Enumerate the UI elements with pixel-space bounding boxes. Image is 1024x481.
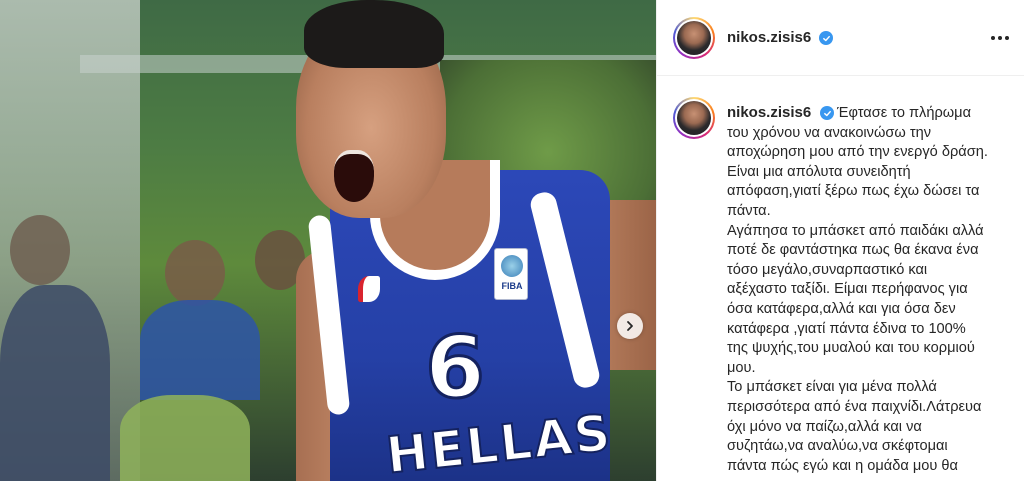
caption-line: του χρόνου να ανακοινώσω την — [727, 124, 931, 141]
more-options-button[interactable] — [987, 26, 1013, 50]
caption-line: Έφτασε το πλήρωμα — [837, 105, 972, 121]
crowd-head — [10, 215, 70, 285]
caption-line: κατάφερα ,γιατί πάντα έδινα το 100% — [727, 320, 966, 337]
brand-logo-icon — [358, 276, 380, 302]
post-header: nikos.zisis6 — [657, 0, 1024, 76]
crowd-sign — [120, 395, 250, 481]
avatar-image — [677, 21, 711, 55]
caption-line: συζητάω,να αναλύω,να σκέφτομαι — [727, 438, 948, 455]
caption-line: ποτέ δε φαντάστηκα πως θα έκανα ένα — [727, 242, 979, 259]
chevron-right-icon — [627, 321, 633, 331]
caption-line: αποχώρηση μου από την ενεργό δράση. — [727, 144, 988, 161]
caption-line: πάντα. — [727, 202, 771, 219]
caption-line: πάντα πώς εγώ και η ομάδα μου θα — [727, 457, 958, 474]
crowd-body — [140, 300, 260, 400]
caption-avatar[interactable] — [673, 97, 715, 139]
more-options-icon — [991, 36, 995, 40]
player-mouth — [334, 150, 374, 202]
caption-line: της ψυχής,του μυαλού και του κορμιού — [727, 340, 975, 357]
post-side-panel: nikos.zisis6 nikos.zisis6 Έφτασε το πλήρ… — [656, 0, 1024, 481]
carousel-next-button[interactable] — [617, 313, 643, 339]
caption-line: αξέχαστο ταξίδι. Είμαι περήφανος για — [727, 281, 968, 298]
fiba-badge-text: FIBA — [501, 281, 523, 291]
header-username-link[interactable]: nikos.zisis6 — [727, 29, 811, 46]
crowd-body — [0, 285, 110, 481]
avatar[interactable] — [673, 17, 715, 59]
fiba-badge: FIBA — [494, 248, 528, 300]
globe-icon — [501, 255, 523, 277]
caption-line: όσα κατάφερα,αλλά και για όσα δεν — [727, 300, 956, 317]
caption-text: Έφτασε το πλήρωμα του χρόνου να ανακοινώσ… — [727, 104, 1017, 476]
caption-line: απόφαση,γιατί ξέρω πως έχω δώσει τα — [727, 183, 980, 200]
caption-line: Το μπάσκετ είναι για μένα πολλά — [727, 379, 937, 396]
verified-badge-icon — [819, 31, 833, 45]
crowd-head — [165, 240, 225, 306]
caption-line: περισσότερα από ένα παιχνίδι.Λάτρευα — [727, 398, 982, 415]
avatar-image — [677, 101, 711, 135]
caption-line: μου. — [727, 359, 756, 376]
post-photo[interactable]: FIBA 6 HELLAS — [0, 0, 656, 481]
jersey-number: 6 — [424, 318, 487, 418]
caption-line: όχι μόνο να παίζω,αλλά και να — [727, 418, 922, 435]
caption-area: nikos.zisis6 Έφτασε το πλήρωμα του χρόνου… — [657, 77, 1024, 481]
caption-line: Αγάπησα το μπάσκετ από παιδάκι αλλά — [727, 222, 984, 239]
player-hair — [304, 0, 444, 68]
caption-line: Είναι μια απόλυτα συνειδητή — [727, 163, 911, 180]
caption-line: τόσο μεγάλο,συναρπαστικό και — [727, 261, 928, 278]
